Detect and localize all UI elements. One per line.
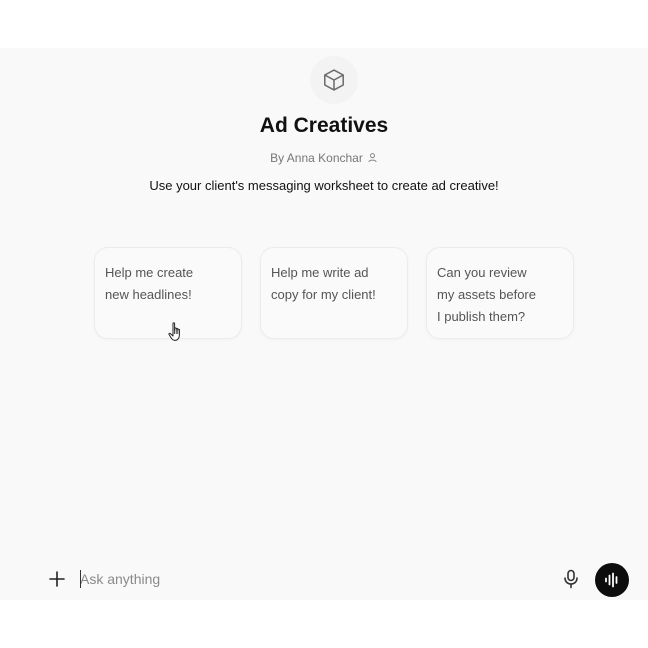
text-caret [80,570,81,588]
plus-icon[interactable] [47,569,67,589]
starter-line: Help me create [105,265,194,280]
cube-icon [324,69,344,91]
starter-line: I publish them? [437,309,526,324]
starter-line: copy for my client! [271,287,376,302]
starter-line: Help me write ad [271,265,369,280]
gpt-description: Use your client's messaging worksheet to… [149,178,499,193]
ask-input[interactable] [80,568,540,590]
person-icon [368,153,377,163]
starter-card-ad-copy[interactable]: Help me write ad copy for my client! [260,247,408,339]
starter-line: my assets before [437,287,536,302]
gpt-logo [310,56,358,104]
voice-waveform-icon [605,572,618,588]
gpt-title: Ad Creatives [259,114,389,137]
microphone-icon[interactable] [561,568,581,590]
author-name: By Anna Konchar [270,151,363,165]
starter-card-review-assets[interactable]: Can you review my assets before I publis… [426,247,574,339]
chat-panel: Ad Creatives By Anna Konchar Use your cl… [0,48,648,600]
gpt-author: By Anna Konchar [0,151,648,165]
voice-mode-button[interactable] [595,563,629,597]
composer [0,556,648,600]
hand-pointer-icon [168,322,180,341]
starter-line: Can you review [437,265,527,280]
starter-line: new headlines! [105,287,192,302]
